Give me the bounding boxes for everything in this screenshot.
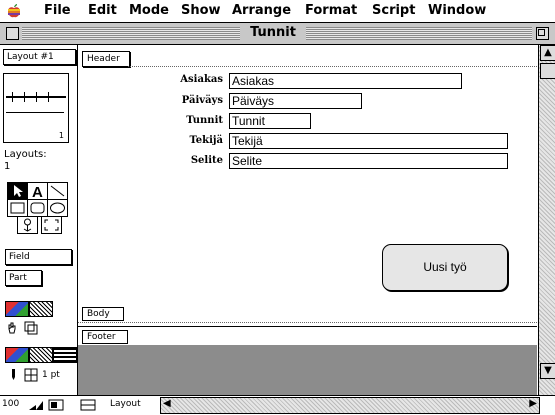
field-tunnit[interactable]: Tunnit [229,113,311,129]
thumbnail-tick [36,92,37,102]
line-width-value: 1 pt [42,370,60,380]
scroll-left-arrow-icon[interactable]: ◀ [163,398,171,409]
menu-edit[interactable]: Edit [88,3,117,18]
svg-text:A: A [32,184,43,199]
empty-layout-area [78,345,537,395]
window-title: Tunnit [240,25,306,40]
fill-color-icon[interactable] [5,301,29,317]
new-job-button[interactable]: Uusi työ [382,244,508,291]
header-boundary [128,66,537,67]
zoom-out-icon[interactable] [28,399,44,411]
layout-tool-panel: Layout #1 1 Layouts: 1 A Field Part 1 pt [0,45,78,395]
borders-icon[interactable] [24,368,38,382]
button-tool-icon[interactable] [17,216,38,234]
thumbnail-tick [48,92,49,102]
field-label-tekija: Tekijä [189,135,223,146]
thumbnail-tick [24,92,25,102]
menu-show[interactable]: Show [181,3,221,18]
oval-tool-icon[interactable] [47,199,68,217]
field-label-selite: Selite [190,155,223,166]
body-part-tab[interactable]: Body [82,307,124,321]
vertical-scrollbar[interactable]: ▲ ▼ [538,45,555,395]
pen-pattern-icon[interactable] [29,347,53,363]
scroll-up-arrow-icon[interactable]: ▲ [540,45,555,61]
field-asiakas[interactable]: Asiakas [229,73,462,89]
pointer-tool-icon[interactable] [7,182,28,200]
window-title-bar[interactable]: Tunnit [0,23,555,45]
horizontal-scrollbar[interactable]: ◀ ▶ [160,397,540,414]
text-tool-icon[interactable]: A [27,182,48,201]
menu-mode[interactable]: Mode [129,3,169,18]
layouts-label: Layouts: [4,149,47,160]
zoom-in-icon[interactable] [48,399,64,411]
effects-shadow-icon[interactable] [24,321,38,335]
mode-selector[interactable]: Layout [100,398,168,411]
apple-menu-icon[interactable] [6,3,22,19]
scroll-down-arrow-icon[interactable]: ▼ [540,363,555,379]
footer-boundary [78,326,537,327]
menu-script[interactable]: Script [372,3,415,18]
footer-part-tab[interactable]: Footer [82,330,128,344]
portal-tool-icon[interactable] [41,216,62,234]
rectangle-tool-icon[interactable] [7,199,28,217]
pen-width-icon[interactable] [6,368,20,382]
status-bar: 100 Layout ◀ ▶ [0,395,555,415]
fill-pattern-icon[interactable] [29,301,53,317]
thumbnail-bottom-line [6,112,64,113]
menu-file[interactable]: File [44,3,71,18]
field-label-tunnit: Tunnit [186,115,223,126]
menu-format[interactable]: Format [305,3,357,18]
zoom-level: 100 [2,399,20,409]
scroll-right-arrow-icon[interactable]: ▶ [529,398,537,409]
body-boundary [78,322,537,323]
part-tool-button[interactable]: Part [5,270,42,286]
header-part-tab[interactable]: Header [82,51,130,67]
field-label-asiakas: Asiakas [180,74,223,85]
filemaker-screen: File Edit Mode Show Arrange Format Scrip… [0,0,555,415]
vertical-scroll-thumb[interactable] [540,63,555,79]
zoom-box-icon[interactable] [536,27,549,40]
field-label-paivays: Päiväys [181,95,223,106]
menu-window[interactable]: Window [428,3,486,18]
layout-popup-menu[interactable]: Layout #1 [3,49,76,65]
field-tool-button[interactable]: Field [5,249,72,265]
field-tekija[interactable]: Tekijä [229,133,508,149]
close-box-icon[interactable] [6,27,19,40]
layouts-count: 1 [4,161,11,172]
field-selite[interactable]: Selite [229,153,508,169]
line-style-icon[interactable] [53,347,77,363]
layouts-count-label: Layouts: 1 [4,149,47,173]
pen-color-icon[interactable] [5,347,29,363]
menu-arrange[interactable]: Arrange [232,3,291,18]
effects-hand-icon[interactable] [6,321,20,335]
layout-book-thumbnail[interactable]: 1 [3,73,69,143]
line-tool-icon[interactable] [47,182,68,200]
layout-canvas: Header Asiakas Asiakas Päiväys Päiväys T… [78,45,537,395]
status-area-toggle-icon[interactable] [80,399,96,411]
thumbnail-tick [12,92,13,102]
menu-bar: File Edit Mode Show Arrange Format Scrip… [0,0,555,23]
thumbnail-page-number: 1 [58,131,64,140]
rounded-rectangle-tool-icon[interactable] [27,199,48,217]
field-paivays[interactable]: Päiväys [229,93,362,109]
